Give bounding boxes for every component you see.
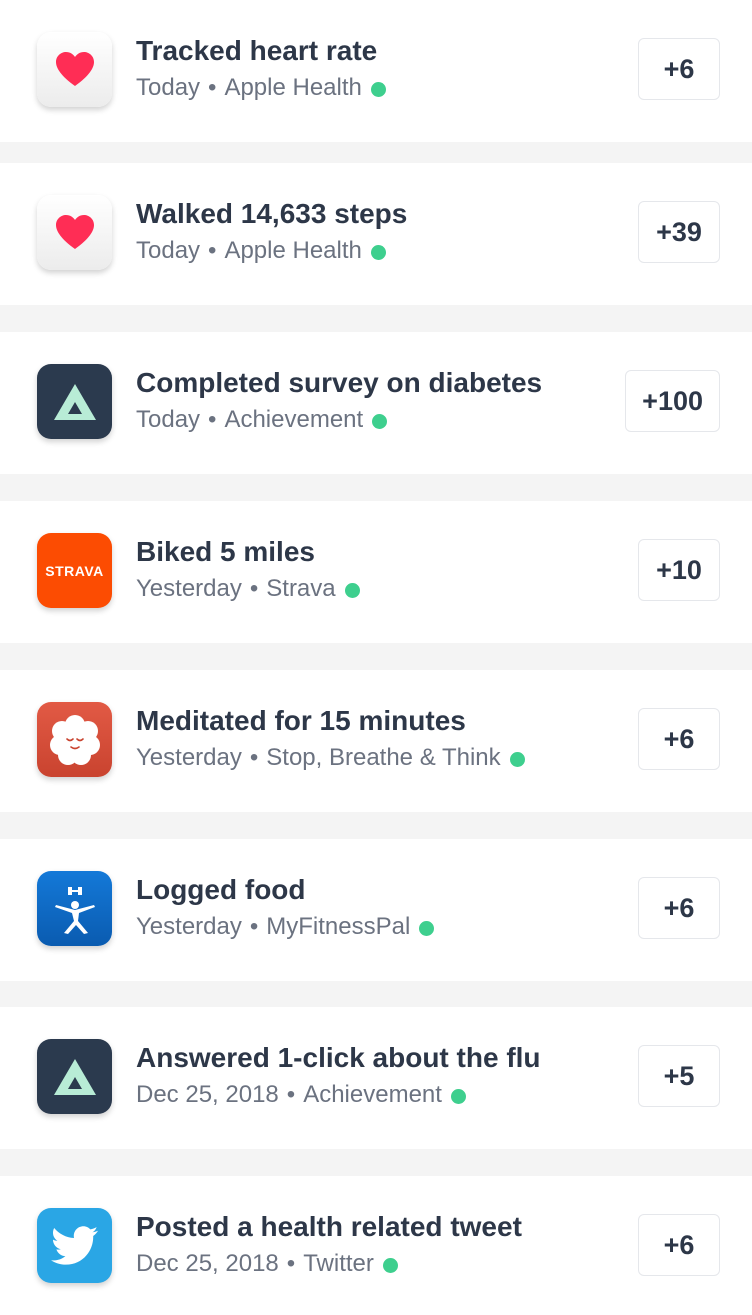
activity-title: Completed survey on diabetes <box>136 367 543 398</box>
activity-title: Logged food <box>136 874 306 905</box>
points-badge: +6 <box>638 1214 720 1276</box>
stop-breathe-think-icon <box>37 702 112 777</box>
separator-dot: • <box>249 913 259 940</box>
activity-time: Today <box>136 237 201 264</box>
separator-dot: • <box>286 1081 296 1108</box>
activity-time: Yesterday <box>136 744 242 771</box>
separator-dot: • <box>286 1250 296 1277</box>
separator-dot: • <box>208 237 217 264</box>
points-badge: +6 <box>638 708 720 770</box>
activity-source: Twitter <box>303 1250 374 1277</box>
points-badge: +39 <box>638 201 720 263</box>
apple-health-icon <box>37 32 112 107</box>
sync-status-dot <box>370 244 386 260</box>
separator-dot: • <box>249 744 259 771</box>
activity-title: Biked 5 miles <box>136 536 315 567</box>
separator-dot: • <box>249 575 259 602</box>
sync-status-dot <box>382 1257 398 1273</box>
activity-meta: Today • Achievement <box>136 406 388 434</box>
strava-wordmark: STRAVA <box>45 562 104 579</box>
activity-title: Meditated for 15 minutes <box>136 705 466 736</box>
activity-row[interactable]: Logged food Yesterday • MyFitnessPal +6 <box>0 839 752 981</box>
points-badge: +6 <box>638 38 720 100</box>
activity-source: Apple Health <box>224 74 362 101</box>
sync-status-dot <box>344 582 360 598</box>
activity-row[interactable]: Completed survey on diabetes Today • Ach… <box>0 332 752 474</box>
activity-meta: Dec 25, 2018 • Achievement <box>136 1081 466 1109</box>
activity-time: Today <box>136 74 201 101</box>
points-badge: +10 <box>638 539 720 601</box>
activity-meta: Today • Apple Health <box>136 74 386 102</box>
activity-title: Walked 14,633 steps <box>136 198 408 229</box>
activity-source: Strava <box>266 575 336 602</box>
activity-meta: Yesterday • Strava <box>136 575 360 603</box>
activity-time: Yesterday <box>136 575 242 602</box>
strava-icon: STRAVA <box>37 533 112 608</box>
sync-status-dot <box>450 1088 466 1104</box>
activity-meta: Yesterday • Stop, Breathe & Think <box>136 744 525 772</box>
activity-time: Yesterday <box>136 913 242 940</box>
activity-title: Answered 1-click about the flu <box>136 1042 541 1073</box>
activity-time: Dec 25, 2018 <box>136 1081 279 1108</box>
points-badge: +5 <box>638 1045 720 1107</box>
activity-meta: Dec 25, 2018 • Twitter <box>136 1250 398 1278</box>
points-badge: +6 <box>638 877 720 939</box>
myfitnesspal-icon <box>37 871 112 946</box>
activity-row[interactable]: Tracked heart rate Today • Apple Health … <box>0 0 752 142</box>
sync-status-dot <box>370 81 386 97</box>
points-badge: +100 <box>625 370 720 432</box>
activity-source: Apple Health <box>224 237 362 264</box>
activity-source: Achievement <box>303 1081 442 1108</box>
sync-status-dot <box>372 413 388 429</box>
activity-row[interactable]: STRAVA Biked 5 miles Yesterday • Strava … <box>0 501 752 643</box>
activity-source: MyFitnessPal <box>266 913 411 940</box>
activity-source: Stop, Breathe & Think <box>266 744 501 771</box>
twitter-icon <box>37 1208 112 1283</box>
achievement-icon <box>37 1039 112 1114</box>
activity-time: Dec 25, 2018 <box>136 1250 279 1277</box>
activity-title: Posted a health related tweet <box>136 1211 522 1242</box>
activity-feed: Tracked heart rate Today • Apple Health … <box>0 0 752 1315</box>
activity-meta: Yesterday • MyFitnessPal <box>136 913 435 941</box>
activity-row[interactable]: Answered 1-click about the flu Dec 25, 2… <box>0 1007 752 1149</box>
activity-source: Achievement <box>224 406 364 433</box>
activity-time: Today <box>136 406 201 433</box>
sync-status-dot <box>419 920 435 936</box>
separator-dot: • <box>208 74 217 101</box>
activity-meta: Today • Apple Health <box>136 237 386 265</box>
activity-row[interactable]: Meditated for 15 minutes Yesterday • Sto… <box>0 670 752 812</box>
apple-health-icon <box>37 195 112 270</box>
achievement-icon <box>37 364 112 439</box>
activity-title: Tracked heart rate <box>136 35 378 66</box>
separator-dot: • <box>208 406 217 433</box>
sync-status-dot <box>509 751 525 767</box>
activity-row[interactable]: Posted a health related tweet Dec 25, 20… <box>0 1176 752 1315</box>
activity-row[interactable]: Walked 14,633 steps Today • Apple Health… <box>0 163 752 305</box>
